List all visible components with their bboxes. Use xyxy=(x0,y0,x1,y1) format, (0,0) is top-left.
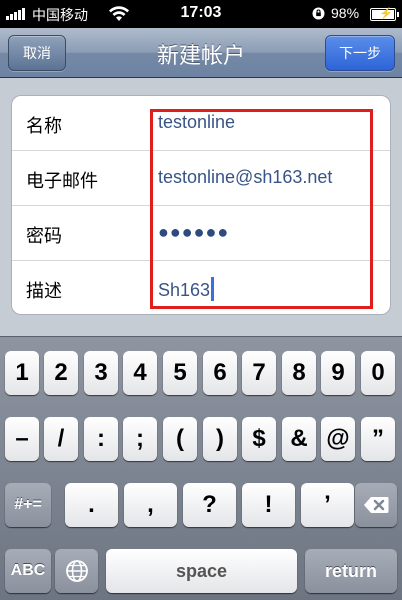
name-label: 名称 xyxy=(26,116,62,137)
key-ampersand[interactable]: & xyxy=(282,417,316,461)
account-form-area: 名称 testonline 电子邮件 testonline@sh163.net … xyxy=(0,79,402,336)
key-exclamation[interactable]: ! xyxy=(242,483,295,527)
text-cursor xyxy=(211,277,215,301)
next-button[interactable]: 下一步 xyxy=(325,35,395,71)
key-apostrophe[interactable]: ’ xyxy=(301,483,354,527)
key-dollar[interactable]: $ xyxy=(242,417,276,461)
account-form: 名称 testonline 电子邮件 testonline@sh163.net … xyxy=(11,95,391,315)
globe-key[interactable] xyxy=(55,549,98,593)
key-semicolon[interactable]: ; xyxy=(123,417,157,461)
key-4[interactable]: 4 xyxy=(123,351,157,395)
keyboard: 1 2 3 4 5 6 7 8 9 0 – / : ; ( ) $ & @ ” … xyxy=(0,336,402,600)
key-9[interactable]: 9 xyxy=(321,351,355,395)
key-slash[interactable]: / xyxy=(44,417,78,461)
delete-key[interactable] xyxy=(355,483,397,527)
key-2[interactable]: 2 xyxy=(44,351,78,395)
battery-percent: 98% xyxy=(331,5,360,21)
navigation-bar: 取消 新建帐户 下一步 xyxy=(0,28,402,78)
status-bar: 中国移动 17:03 98% ⚡ xyxy=(0,0,402,28)
globe-icon xyxy=(65,560,88,582)
form-row-description[interactable]: 描述 Sh163 xyxy=(12,261,390,314)
key-5[interactable]: 5 xyxy=(163,351,197,395)
key-open-paren[interactable]: ( xyxy=(163,417,197,461)
space-key[interactable]: space xyxy=(106,549,297,593)
description-label: 描述 xyxy=(26,281,62,302)
email-label: 电子邮件 xyxy=(26,171,98,192)
description-value: Sh163 xyxy=(158,280,211,300)
form-row-password[interactable]: 密码 ●●●●●● xyxy=(12,206,390,261)
password-field[interactable]: ●●●●●● xyxy=(158,222,229,243)
key-0[interactable]: 0 xyxy=(361,351,395,395)
key-period[interactable]: . xyxy=(65,483,118,527)
key-6[interactable]: 6 xyxy=(203,351,237,395)
key-3[interactable]: 3 xyxy=(84,351,118,395)
abc-key[interactable]: ABC xyxy=(5,549,51,593)
key-dash[interactable]: – xyxy=(5,417,39,461)
key-8[interactable]: 8 xyxy=(282,351,316,395)
password-label: 密码 xyxy=(26,226,62,247)
key-symbols[interactable]: #+= xyxy=(5,483,51,527)
description-field[interactable]: Sh163 xyxy=(158,277,215,301)
form-row-name[interactable]: 名称 testonline xyxy=(12,96,390,151)
key-quote[interactable]: ” xyxy=(361,417,395,461)
battery-icon: ⚡ xyxy=(370,8,399,21)
key-close-paren[interactable]: ) xyxy=(203,417,237,461)
email-field[interactable]: testonline@sh163.net xyxy=(158,167,332,188)
key-at[interactable]: @ xyxy=(321,417,355,461)
name-field[interactable]: testonline xyxy=(158,112,235,133)
form-row-email[interactable]: 电子邮件 testonline@sh163.net xyxy=(12,151,390,206)
backspace-icon xyxy=(364,497,389,513)
orientation-lock-icon xyxy=(312,7,325,20)
return-key[interactable]: return xyxy=(305,549,397,593)
key-1[interactable]: 1 xyxy=(5,351,39,395)
key-7[interactable]: 7 xyxy=(242,351,276,395)
key-comma[interactable]: , xyxy=(124,483,177,527)
key-colon[interactable]: : xyxy=(84,417,118,461)
key-question[interactable]: ? xyxy=(183,483,236,527)
